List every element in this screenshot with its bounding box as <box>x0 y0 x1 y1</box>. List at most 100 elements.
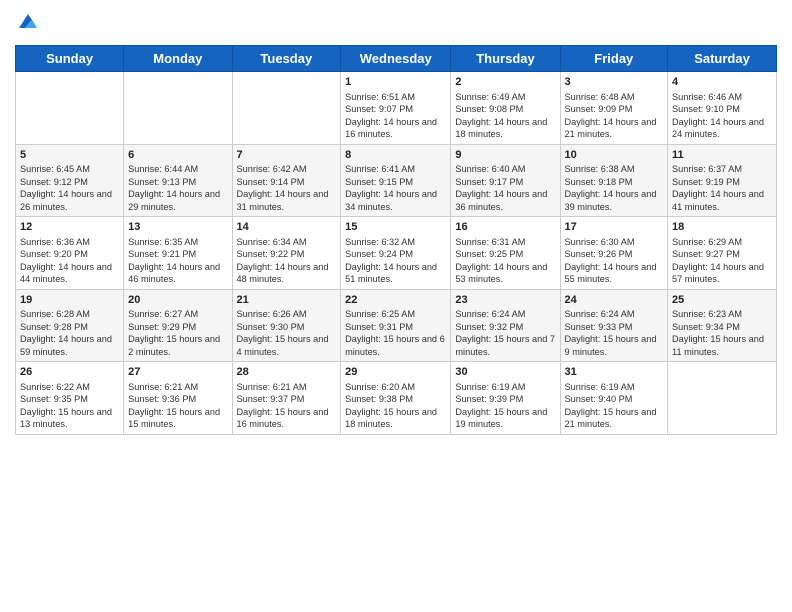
day-number: 1 <box>345 75 446 90</box>
calendar-cell: 31Sunrise: 6:19 AM Sunset: 9:40 PM Dayli… <box>560 362 668 435</box>
calendar-cell <box>124 72 232 145</box>
day-of-week-header: Monday <box>124 46 232 72</box>
calendar-cell: 29Sunrise: 6:20 AM Sunset: 9:38 PM Dayli… <box>341 362 451 435</box>
day-number: 12 <box>20 220 119 235</box>
calendar-week-row: 19Sunrise: 6:28 AM Sunset: 9:28 PM Dayli… <box>16 289 777 362</box>
day-number: 19 <box>20 293 119 308</box>
day-number: 15 <box>345 220 446 235</box>
calendar-cell: 28Sunrise: 6:21 AM Sunset: 9:37 PM Dayli… <box>232 362 341 435</box>
calendar-cell: 19Sunrise: 6:28 AM Sunset: 9:28 PM Dayli… <box>16 289 124 362</box>
cell-content: Sunrise: 6:28 AM Sunset: 9:28 PM Dayligh… <box>20 308 119 358</box>
day-number: 26 <box>20 365 119 380</box>
cell-content: Sunrise: 6:24 AM Sunset: 9:32 PM Dayligh… <box>455 308 555 358</box>
calendar-cell: 22Sunrise: 6:25 AM Sunset: 9:31 PM Dayli… <box>341 289 451 362</box>
day-number: 24 <box>565 293 664 308</box>
calendar-cell: 3Sunrise: 6:48 AM Sunset: 9:09 PM Daylig… <box>560 72 668 145</box>
day-number: 2 <box>455 75 555 90</box>
calendar-cell: 27Sunrise: 6:21 AM Sunset: 9:36 PM Dayli… <box>124 362 232 435</box>
day-number: 8 <box>345 148 446 163</box>
cell-content: Sunrise: 6:29 AM Sunset: 9:27 PM Dayligh… <box>672 236 772 286</box>
calendar: SundayMondayTuesdayWednesdayThursdayFrid… <box>15 45 777 435</box>
day-number: 5 <box>20 148 119 163</box>
calendar-cell: 18Sunrise: 6:29 AM Sunset: 9:27 PM Dayli… <box>668 217 777 290</box>
calendar-cell: 23Sunrise: 6:24 AM Sunset: 9:32 PM Dayli… <box>451 289 560 362</box>
cell-content: Sunrise: 6:44 AM Sunset: 9:13 PM Dayligh… <box>128 163 227 213</box>
cell-content: Sunrise: 6:27 AM Sunset: 9:29 PM Dayligh… <box>128 308 227 358</box>
cell-content: Sunrise: 6:25 AM Sunset: 9:31 PM Dayligh… <box>345 308 446 358</box>
calendar-cell: 9Sunrise: 6:40 AM Sunset: 9:17 PM Daylig… <box>451 144 560 217</box>
cell-content: Sunrise: 6:23 AM Sunset: 9:34 PM Dayligh… <box>672 308 772 358</box>
calendar-cell: 24Sunrise: 6:24 AM Sunset: 9:33 PM Dayli… <box>560 289 668 362</box>
calendar-cell: 25Sunrise: 6:23 AM Sunset: 9:34 PM Dayli… <box>668 289 777 362</box>
day-number: 28 <box>237 365 337 380</box>
cell-content: Sunrise: 6:31 AM Sunset: 9:25 PM Dayligh… <box>455 236 555 286</box>
cell-content: Sunrise: 6:42 AM Sunset: 9:14 PM Dayligh… <box>237 163 337 213</box>
day-number: 11 <box>672 148 772 163</box>
day-number: 21 <box>237 293 337 308</box>
day-number: 3 <box>565 75 664 90</box>
day-number: 18 <box>672 220 772 235</box>
day-number: 30 <box>455 365 555 380</box>
cell-content: Sunrise: 6:21 AM Sunset: 9:36 PM Dayligh… <box>128 381 227 431</box>
calendar-cell: 12Sunrise: 6:36 AM Sunset: 9:20 PM Dayli… <box>16 217 124 290</box>
cell-content: Sunrise: 6:21 AM Sunset: 9:37 PM Dayligh… <box>237 381 337 431</box>
cell-content: Sunrise: 6:26 AM Sunset: 9:30 PM Dayligh… <box>237 308 337 358</box>
calendar-cell <box>16 72 124 145</box>
day-of-week-header: Wednesday <box>341 46 451 72</box>
calendar-cell: 4Sunrise: 6:46 AM Sunset: 9:10 PM Daylig… <box>668 72 777 145</box>
header <box>15 10 777 37</box>
day-of-week-header: Tuesday <box>232 46 341 72</box>
day-number: 20 <box>128 293 227 308</box>
day-number: 9 <box>455 148 555 163</box>
day-number: 13 <box>128 220 227 235</box>
cell-content: Sunrise: 6:37 AM Sunset: 9:19 PM Dayligh… <box>672 163 772 213</box>
cell-content: Sunrise: 6:41 AM Sunset: 9:15 PM Dayligh… <box>345 163 446 213</box>
calendar-cell: 14Sunrise: 6:34 AM Sunset: 9:22 PM Dayli… <box>232 217 341 290</box>
day-number: 14 <box>237 220 337 235</box>
day-number: 29 <box>345 365 446 380</box>
calendar-cell: 20Sunrise: 6:27 AM Sunset: 9:29 PM Dayli… <box>124 289 232 362</box>
calendar-cell: 16Sunrise: 6:31 AM Sunset: 9:25 PM Dayli… <box>451 217 560 290</box>
calendar-header-row: SundayMondayTuesdayWednesdayThursdayFrid… <box>16 46 777 72</box>
calendar-cell: 7Sunrise: 6:42 AM Sunset: 9:14 PM Daylig… <box>232 144 341 217</box>
calendar-cell: 26Sunrise: 6:22 AM Sunset: 9:35 PM Dayli… <box>16 362 124 435</box>
day-of-week-header: Saturday <box>668 46 777 72</box>
calendar-cell: 30Sunrise: 6:19 AM Sunset: 9:39 PM Dayli… <box>451 362 560 435</box>
cell-content: Sunrise: 6:38 AM Sunset: 9:18 PM Dayligh… <box>565 163 664 213</box>
day-number: 4 <box>672 75 772 90</box>
cell-content: Sunrise: 6:36 AM Sunset: 9:20 PM Dayligh… <box>20 236 119 286</box>
day-number: 25 <box>672 293 772 308</box>
cell-content: Sunrise: 6:32 AM Sunset: 9:24 PM Dayligh… <box>345 236 446 286</box>
calendar-cell <box>232 72 341 145</box>
calendar-week-row: 1Sunrise: 6:51 AM Sunset: 9:07 PM Daylig… <box>16 72 777 145</box>
cell-content: Sunrise: 6:24 AM Sunset: 9:33 PM Dayligh… <box>565 308 664 358</box>
calendar-cell: 11Sunrise: 6:37 AM Sunset: 9:19 PM Dayli… <box>668 144 777 217</box>
day-number: 10 <box>565 148 664 163</box>
day-number: 31 <box>565 365 664 380</box>
day-of-week-header: Thursday <box>451 46 560 72</box>
calendar-week-row: 26Sunrise: 6:22 AM Sunset: 9:35 PM Dayli… <box>16 362 777 435</box>
calendar-cell: 15Sunrise: 6:32 AM Sunset: 9:24 PM Dayli… <box>341 217 451 290</box>
cell-content: Sunrise: 6:34 AM Sunset: 9:22 PM Dayligh… <box>237 236 337 286</box>
day-number: 23 <box>455 293 555 308</box>
calendar-cell <box>668 362 777 435</box>
calendar-week-row: 12Sunrise: 6:36 AM Sunset: 9:20 PM Dayli… <box>16 217 777 290</box>
cell-content: Sunrise: 6:40 AM Sunset: 9:17 PM Dayligh… <box>455 163 555 213</box>
cell-content: Sunrise: 6:20 AM Sunset: 9:38 PM Dayligh… <box>345 381 446 431</box>
day-number: 27 <box>128 365 227 380</box>
day-number: 22 <box>345 293 446 308</box>
calendar-cell: 1Sunrise: 6:51 AM Sunset: 9:07 PM Daylig… <box>341 72 451 145</box>
cell-content: Sunrise: 6:46 AM Sunset: 9:10 PM Dayligh… <box>672 91 772 141</box>
cell-content: Sunrise: 6:19 AM Sunset: 9:39 PM Dayligh… <box>455 381 555 431</box>
cell-content: Sunrise: 6:51 AM Sunset: 9:07 PM Dayligh… <box>345 91 446 141</box>
cell-content: Sunrise: 6:49 AM Sunset: 9:08 PM Dayligh… <box>455 91 555 141</box>
cell-content: Sunrise: 6:35 AM Sunset: 9:21 PM Dayligh… <box>128 236 227 286</box>
calendar-cell: 13Sunrise: 6:35 AM Sunset: 9:21 PM Dayli… <box>124 217 232 290</box>
day-number: 16 <box>455 220 555 235</box>
calendar-cell: 5Sunrise: 6:45 AM Sunset: 9:12 PM Daylig… <box>16 144 124 217</box>
cell-content: Sunrise: 6:30 AM Sunset: 9:26 PM Dayligh… <box>565 236 664 286</box>
calendar-cell: 6Sunrise: 6:44 AM Sunset: 9:13 PM Daylig… <box>124 144 232 217</box>
calendar-cell: 8Sunrise: 6:41 AM Sunset: 9:15 PM Daylig… <box>341 144 451 217</box>
calendar-cell: 17Sunrise: 6:30 AM Sunset: 9:26 PM Dayli… <box>560 217 668 290</box>
day-number: 6 <box>128 148 227 163</box>
